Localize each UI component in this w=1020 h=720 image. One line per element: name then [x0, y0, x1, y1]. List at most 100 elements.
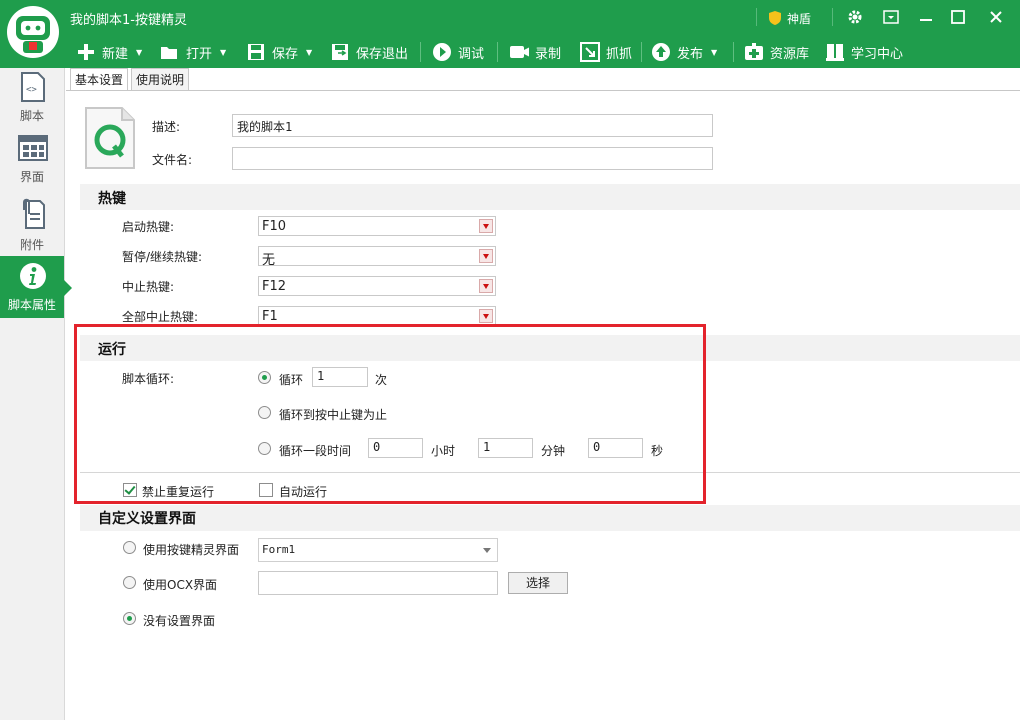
separator — [832, 8, 833, 26]
script-file-icon — [84, 106, 136, 173]
resource-icon — [744, 42, 764, 62]
dropdown-arrow-icon[interactable] — [479, 219, 493, 233]
separator — [420, 42, 421, 62]
filename-label: 文件名: — [152, 153, 193, 167]
minimize-icon[interactable] — [918, 9, 934, 28]
separator — [756, 8, 757, 26]
hotkeys-section-title: 热键 — [98, 191, 126, 207]
select-button[interactable]: 选择 — [508, 572, 568, 594]
select-value: F12 — [262, 279, 287, 294]
hotkeys-section-header — [80, 184, 1020, 210]
sidebar-item-script[interactable]: <> 脚本 — [0, 70, 64, 130]
close-icon[interactable] — [988, 9, 1004, 28]
info-icon — [20, 263, 46, 289]
learn-icon — [825, 42, 845, 62]
toolbar-label: 保存 — [272, 46, 299, 62]
ui-grid-icon — [18, 135, 48, 161]
toolbar-label: 调试 — [458, 46, 485, 62]
toolbar-save-button[interactable]: 保存 ▼ — [246, 38, 312, 66]
description-label: 描述: — [152, 120, 181, 134]
stop-all-hotkey-label: 全部中止热键: — [122, 310, 199, 324]
select-value: F10 — [262, 219, 287, 234]
start-hotkey-select[interactable]: F10 — [258, 216, 496, 236]
toolbar-record-button[interactable]: 录制 — [509, 38, 561, 66]
folder-open-icon — [160, 42, 180, 62]
stop-hotkey-select[interactable]: F12 — [258, 276, 496, 296]
sidebar-item-label: 脚本 — [19, 109, 44, 123]
toolbar-publish-button[interactable]: 发布 ▼ — [651, 38, 717, 66]
shield-icon — [769, 11, 781, 25]
no-ui-radio[interactable] — [123, 612, 136, 625]
chevron-down-icon: ▼ — [306, 47, 313, 57]
settings-gear-icon[interactable] — [847, 9, 863, 28]
description-field[interactable]: 我的脚本1 — [232, 114, 713, 137]
pause-hotkey-label: 暂停/继续热键: — [122, 250, 203, 264]
dropdown-arrow-icon[interactable] — [479, 309, 493, 323]
pause-hotkey-select[interactable]: 无 — [258, 246, 496, 268]
separator — [733, 42, 734, 62]
chevron-down-icon — [483, 548, 491, 553]
publish-icon — [651, 42, 671, 62]
toolbar-label: 打开 — [186, 46, 213, 62]
play-icon — [432, 42, 452, 62]
tab-basic-settings[interactable]: 基本设置 — [70, 68, 129, 91]
toolbar-label: 保存退出 — [356, 46, 409, 62]
save-exit-icon — [330, 42, 350, 62]
no-ui-label: 没有设置界面 — [143, 614, 216, 628]
toolbar-label: 新建 — [102, 46, 129, 62]
use-qmacro-ui-label: 使用按键精灵界面 — [143, 543, 240, 557]
active-pointer — [64, 280, 72, 296]
select-value: Form1 — [262, 543, 296, 556]
toolbar-label: 发布 — [677, 46, 704, 62]
select-value: F1 — [262, 309, 278, 324]
toolbar-label: 资源库 — [770, 46, 810, 62]
chevron-down-icon: ▼ — [220, 47, 227, 57]
start-hotkey-label: 启动热键: — [122, 220, 175, 234]
toolbar-label: 录制 — [535, 46, 562, 62]
sidebar-item-label: 脚本属性 — [7, 298, 56, 312]
sidebar-item-script-properties[interactable]: 脚本属性 — [0, 256, 72, 318]
save-icon — [246, 42, 266, 62]
script-icon: <> — [21, 72, 45, 102]
dropdown-menu-icon[interactable] — [883, 9, 899, 28]
filename-field[interactable] — [232, 147, 713, 170]
use-ocx-ui-radio[interactable] — [123, 576, 136, 589]
stop-hotkey-label: 中止热键: — [122, 280, 175, 294]
shield-badge[interactable]: 神盾 — [768, 6, 811, 30]
select-value: 无 — [262, 253, 276, 268]
tab-usage[interactable]: 使用说明 — [131, 68, 190, 91]
sidebar-item-label: 附件 — [19, 238, 44, 252]
use-ocx-ui-label: 使用OCX界面 — [143, 578, 218, 592]
sidebar-item-attachment[interactable]: 附件 — [0, 196, 64, 256]
plus-icon — [76, 42, 96, 62]
highlight-frame — [74, 324, 706, 504]
dropdown-arrow-icon[interactable] — [479, 279, 493, 293]
shield-badge-label: 神盾 — [787, 11, 812, 26]
separator — [641, 42, 642, 62]
dropdown-arrow-icon[interactable] — [479, 249, 493, 263]
toolbar-debug-button[interactable]: 调试 — [432, 38, 484, 66]
custom-ui-section-header — [80, 505, 1020, 531]
stop-all-hotkey-select[interactable]: F1 — [258, 306, 496, 326]
chevron-down-icon: ▼ — [711, 47, 718, 57]
tab-divider — [66, 90, 1020, 91]
sidebar-item-label: 界面 — [19, 170, 44, 184]
custom-ui-section-title: 自定义设置界面 — [98, 511, 196, 527]
ocx-path-field[interactable] — [258, 571, 498, 595]
toolbar-new-button[interactable]: 新建 ▼ — [76, 38, 142, 66]
window-title: 我的脚本1-按键精灵 — [70, 13, 187, 28]
svg-text:<>: <> — [26, 85, 37, 95]
toolbar-open-button[interactable]: 打开 ▼ — [160, 38, 226, 66]
toolbar-learn-button[interactable]: 学习中心 — [825, 38, 903, 66]
toolbar-save-exit-button[interactable]: 保存退出 — [330, 38, 408, 66]
camera-icon — [509, 42, 529, 62]
form-select[interactable]: Form1 — [258, 538, 498, 562]
use-qmacro-ui-radio[interactable] — [123, 541, 136, 554]
separator — [497, 42, 498, 62]
chevron-down-icon: ▼ — [136, 47, 143, 57]
sidebar-item-ui[interactable]: 界面 — [0, 132, 64, 192]
maximize-icon[interactable] — [950, 9, 966, 28]
attachment-icon — [23, 198, 45, 229]
toolbar-grab-button[interactable]: 抓抓 — [580, 38, 632, 66]
toolbar-resource-button[interactable]: 资源库 — [744, 38, 809, 66]
